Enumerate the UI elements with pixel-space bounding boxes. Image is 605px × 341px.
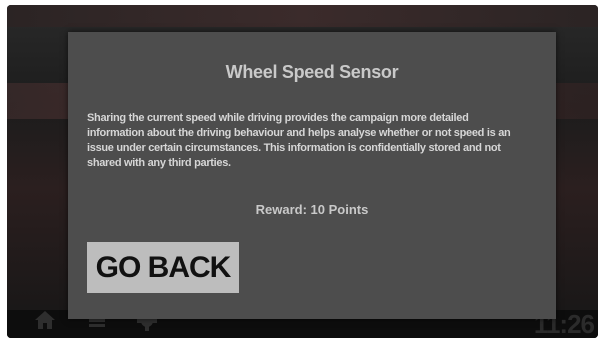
go-back-button[interactable]: GO BACK	[87, 242, 239, 293]
reward-text: Reward: 10 Points	[255, 202, 369, 217]
dialog-title: Wheel Speed Sensor	[225, 62, 399, 82]
background-header	[7, 5, 598, 27]
info-dialog: Wheel Speed Sensor Sharing the current s…	[68, 32, 556, 319]
home-icon[interactable]	[33, 309, 57, 336]
screen: 11:26 Wheel Speed Sensor Sharing the cur…	[7, 5, 598, 338]
dialog-description: Sharing the current speed while driving …	[87, 112, 511, 169]
